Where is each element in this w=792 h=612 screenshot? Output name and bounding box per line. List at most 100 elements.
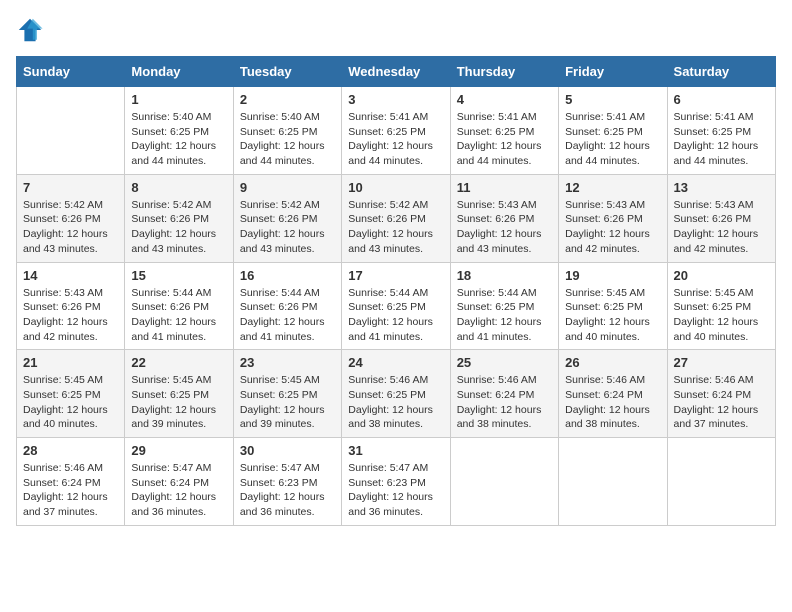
day-cell: 16 Sunrise: 5:44 AM Sunset: 6:26 PM Dayli… <box>233 262 341 350</box>
day-number: 28 <box>23 443 118 458</box>
day-cell: 25Sunrise: 5:46 AM Sunset: 6:24 PM Dayli… <box>450 350 558 438</box>
day-number: 26 <box>565 355 660 370</box>
day-header-friday: Friday <box>559 57 667 87</box>
day-number: 2 <box>240 92 335 107</box>
day-info: Sunrise: 5:43 AM Sunset: 6:26 PM Dayligh… <box>674 198 769 257</box>
day-info: Sunrise: 5:44 AM Sunset: 6:25 PM Dayligh… <box>348 286 443 345</box>
logo <box>16 16 48 44</box>
day-number: 4 <box>457 92 552 107</box>
day-info: Sunrise: 5:43 AM Sunset: 6:26 PM Dayligh… <box>565 198 660 257</box>
day-header-wednesday: Wednesday <box>342 57 450 87</box>
day-header-sunday: Sunday <box>17 57 125 87</box>
day-number: 17 <box>348 268 443 283</box>
day-cell: 7 Sunrise: 5:42 AM Sunset: 6:26 PM Daylig… <box>17 174 125 262</box>
day-number: 12 <box>565 180 660 195</box>
day-info: Sunrise: 5:41 AM Sunset: 6:25 PM Dayligh… <box>457 110 552 169</box>
day-cell: 6 Sunrise: 5:41 AM Sunset: 6:25 PM Daylig… <box>667 87 775 175</box>
day-info: Sunrise: 5:41 AM Sunset: 6:25 PM Dayligh… <box>348 110 443 169</box>
day-number: 10 <box>348 180 443 195</box>
logo-icon <box>16 16 44 44</box>
day-number: 11 <box>457 180 552 195</box>
day-cell: 23 Sunrise: 5:45 AM Sunset: 6:25 PM Dayli… <box>233 350 341 438</box>
day-info: Sunrise: 5:45 AM Sunset: 6:25 PM Dayligh… <box>565 286 660 345</box>
day-number: 20 <box>674 268 769 283</box>
day-number: 23 <box>240 355 335 370</box>
day-cell: 31 Sunrise: 5:47 AM Sunset: 6:23 PM Dayli… <box>342 438 450 526</box>
day-info: Sunrise: 5:44 AM Sunset: 6:25 PM Dayligh… <box>457 286 552 345</box>
day-info: Sunrise: 5:45 AM Sunset: 6:25 PM Dayligh… <box>23 373 118 432</box>
day-info: Sunrise: 5:40 AM Sunset: 6:25 PM Dayligh… <box>131 110 226 169</box>
day-cell: 22 Sunrise: 5:45 AM Sunset: 6:25 PM Dayli… <box>125 350 233 438</box>
day-header-monday: Monday <box>125 57 233 87</box>
day-info: Sunrise: 5:44 AM Sunset: 6:26 PM Dayligh… <box>240 286 335 345</box>
day-info: Sunrise: 5:41 AM Sunset: 6:25 PM Dayligh… <box>565 110 660 169</box>
day-cell: 11 Sunrise: 5:43 AM Sunset: 6:26 PM Dayli… <box>450 174 558 262</box>
day-number: 16 <box>240 268 335 283</box>
day-cell: 21 Sunrise: 5:45 AM Sunset: 6:25 PM Dayli… <box>17 350 125 438</box>
day-cell: 18 Sunrise: 5:44 AM Sunset: 6:25 PM Dayli… <box>450 262 558 350</box>
day-cell <box>17 87 125 175</box>
day-number: 22 <box>131 355 226 370</box>
header-row: SundayMondayTuesdayWednesdayThursdayFrid… <box>17 57 776 87</box>
day-info: Sunrise: 5:46 AM Sunset: 6:24 PM Dayligh… <box>457 373 552 432</box>
week-row-5: 28 Sunrise: 5:46 AM Sunset: 6:24 PM Dayli… <box>17 438 776 526</box>
day-number: 13 <box>674 180 769 195</box>
day-cell: 9Sunrise: 5:42 AM Sunset: 6:26 PM Daylig… <box>233 174 341 262</box>
day-cell <box>559 438 667 526</box>
day-number: 6 <box>674 92 769 107</box>
day-cell: 8 Sunrise: 5:42 AM Sunset: 6:26 PM Daylig… <box>125 174 233 262</box>
day-cell <box>450 438 558 526</box>
day-info: Sunrise: 5:43 AM Sunset: 6:26 PM Dayligh… <box>23 286 118 345</box>
day-info: Sunrise: 5:42 AM Sunset: 6:26 PM Dayligh… <box>23 198 118 257</box>
day-info: Sunrise: 5:44 AM Sunset: 6:26 PM Dayligh… <box>131 286 226 345</box>
day-cell: 2 Sunrise: 5:40 AM Sunset: 6:25 PM Daylig… <box>233 87 341 175</box>
day-cell <box>667 438 775 526</box>
day-info: Sunrise: 5:47 AM Sunset: 6:23 PM Dayligh… <box>240 461 335 520</box>
day-cell: 15 Sunrise: 5:44 AM Sunset: 6:26 PM Dayli… <box>125 262 233 350</box>
header <box>16 16 776 44</box>
day-info: Sunrise: 5:45 AM Sunset: 6:25 PM Dayligh… <box>674 286 769 345</box>
day-number: 18 <box>457 268 552 283</box>
day-cell: 30 Sunrise: 5:47 AM Sunset: 6:23 PM Dayli… <box>233 438 341 526</box>
day-info: Sunrise: 5:45 AM Sunset: 6:25 PM Dayligh… <box>131 373 226 432</box>
day-number: 15 <box>131 268 226 283</box>
day-cell: 19Sunrise: 5:45 AM Sunset: 6:25 PM Dayli… <box>559 262 667 350</box>
day-cell: 24 Sunrise: 5:46 AM Sunset: 6:25 PM Dayli… <box>342 350 450 438</box>
day-info: Sunrise: 5:41 AM Sunset: 6:25 PM Dayligh… <box>674 110 769 169</box>
day-info: Sunrise: 5:47 AM Sunset: 6:23 PM Dayligh… <box>348 461 443 520</box>
day-cell: 5Sunrise: 5:41 AM Sunset: 6:25 PM Daylig… <box>559 87 667 175</box>
day-info: Sunrise: 5:46 AM Sunset: 6:25 PM Dayligh… <box>348 373 443 432</box>
day-info: Sunrise: 5:42 AM Sunset: 6:26 PM Dayligh… <box>240 198 335 257</box>
day-cell: 10Sunrise: 5:42 AM Sunset: 6:26 PM Dayli… <box>342 174 450 262</box>
day-info: Sunrise: 5:43 AM Sunset: 6:26 PM Dayligh… <box>457 198 552 257</box>
day-info: Sunrise: 5:46 AM Sunset: 6:24 PM Dayligh… <box>23 461 118 520</box>
day-info: Sunrise: 5:47 AM Sunset: 6:24 PM Dayligh… <box>131 461 226 520</box>
day-cell: 12 Sunrise: 5:43 AM Sunset: 6:26 PM Dayli… <box>559 174 667 262</box>
day-number: 29 <box>131 443 226 458</box>
day-info: Sunrise: 5:46 AM Sunset: 6:24 PM Dayligh… <box>565 373 660 432</box>
day-number: 24 <box>348 355 443 370</box>
day-cell: 28 Sunrise: 5:46 AM Sunset: 6:24 PM Dayli… <box>17 438 125 526</box>
day-cell: 4 Sunrise: 5:41 AM Sunset: 6:25 PM Daylig… <box>450 87 558 175</box>
day-cell: 26 Sunrise: 5:46 AM Sunset: 6:24 PM Dayli… <box>559 350 667 438</box>
day-cell: 29 Sunrise: 5:47 AM Sunset: 6:24 PM Dayli… <box>125 438 233 526</box>
day-number: 21 <box>23 355 118 370</box>
day-number: 27 <box>674 355 769 370</box>
week-row-2: 7 Sunrise: 5:42 AM Sunset: 6:26 PM Daylig… <box>17 174 776 262</box>
day-cell: 1Sunrise: 5:40 AM Sunset: 6:25 PM Daylig… <box>125 87 233 175</box>
day-cell: 14Sunrise: 5:43 AM Sunset: 6:26 PM Dayli… <box>17 262 125 350</box>
day-info: Sunrise: 5:45 AM Sunset: 6:25 PM Dayligh… <box>240 373 335 432</box>
day-header-tuesday: Tuesday <box>233 57 341 87</box>
day-number: 8 <box>131 180 226 195</box>
day-number: 30 <box>240 443 335 458</box>
day-number: 31 <box>348 443 443 458</box>
day-info: Sunrise: 5:42 AM Sunset: 6:26 PM Dayligh… <box>131 198 226 257</box>
day-header-thursday: Thursday <box>450 57 558 87</box>
day-info: Sunrise: 5:46 AM Sunset: 6:24 PM Dayligh… <box>674 373 769 432</box>
calendar: SundayMondayTuesdayWednesdayThursdayFrid… <box>16 56 776 526</box>
day-cell: 27 Sunrise: 5:46 AM Sunset: 6:24 PM Dayli… <box>667 350 775 438</box>
week-row-3: 14Sunrise: 5:43 AM Sunset: 6:26 PM Dayli… <box>17 262 776 350</box>
day-header-saturday: Saturday <box>667 57 775 87</box>
day-number: 7 <box>23 180 118 195</box>
day-info: Sunrise: 5:40 AM Sunset: 6:25 PM Dayligh… <box>240 110 335 169</box>
